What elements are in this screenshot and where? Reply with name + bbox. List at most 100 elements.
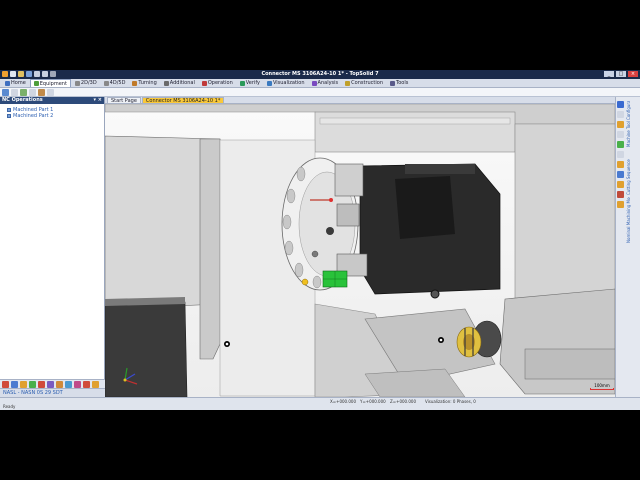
ribbon-tab-verify[interactable]: Verify: [237, 79, 263, 87]
spindle-base: [524, 348, 615, 380]
side-tab-cutting[interactable]: Cutting Sequence: [626, 149, 631, 195]
tool-icon[interactable]: [2, 88, 9, 96]
maximize-button[interactable]: □: [616, 71, 626, 77]
ribbon-tab-home[interactable]: Home: [2, 79, 29, 87]
tool-icon[interactable]: [617, 121, 624, 128]
ribbon-tab-construction[interactable]: Construction: [342, 79, 386, 87]
side-tab-nominal[interactable]: Nominal Machining Model: [626, 197, 631, 243]
tool-icon[interactable]: [617, 161, 624, 168]
tool-icon[interactable]: [617, 191, 624, 198]
rail: [319, 117, 511, 125]
ribbon-tab-tools[interactable]: Tools: [387, 79, 411, 87]
tab-label: Tools: [396, 80, 409, 86]
tool-icon[interactable]: [92, 381, 99, 388]
side-tab-machine[interactable]: Machine Tool Configuration: [626, 101, 631, 147]
tool-holder: [334, 163, 364, 197]
drill-tool: [326, 227, 334, 235]
tool-icon[interactable]: [29, 381, 36, 388]
document-tab[interactable]: Start Page: [107, 97, 141, 104]
panel-pin-icon[interactable]: ▾ ×: [94, 97, 102, 104]
panel-title: NC Operations: [2, 97, 43, 103]
ribbon-toolbar: [0, 88, 640, 97]
panel-header: NC Operations ▾ ×: [0, 97, 104, 104]
tab-label: Construction: [351, 80, 383, 86]
tool-icon[interactable]: [20, 381, 27, 388]
document-tab-bar: Start Page Connector MS 3106A24-10 1*: [105, 97, 615, 104]
coordinates-row: X=+000.000 Y=+000.000 Z=+000.000 Visuali…: [0, 398, 640, 404]
tab-icon: [201, 80, 207, 86]
tool-icon[interactable]: [83, 381, 90, 388]
tab-icon: [5, 80, 10, 86]
ribbon-tab-additional[interactable]: Additional: [161, 79, 198, 87]
tree-item[interactable]: Machined Part 2: [3, 113, 101, 119]
tool-icon[interactable]: [20, 88, 27, 96]
status-bar: X=+000.000 Y=+000.000 Z=+000.000 Visuali…: [0, 397, 640, 410]
window-controls: _ □ ×: [604, 71, 638, 77]
tab-label: 4D/5D: [109, 80, 126, 86]
ribbon-tab-4d-5d[interactable]: 4D/5D: [101, 79, 129, 87]
ribbon-tab-2d-3d[interactable]: 2D/3D: [72, 79, 100, 87]
origin-marker-center: [439, 338, 443, 342]
topsolid-window: Connector MS 3106A24-10 1* - TopSolid 7 …: [0, 70, 640, 410]
tool-icon[interactable]: [38, 381, 45, 388]
3d-viewport[interactable]: [105, 104, 615, 397]
ribbon-tab-turning[interactable]: Turning: [129, 79, 159, 87]
coolant-nozzle: [301, 278, 309, 286]
tool-icon[interactable]: [617, 141, 624, 148]
tool-icon[interactable]: [617, 171, 624, 178]
tool-icon[interactable]: [47, 88, 54, 96]
document-tab[interactable]: Connector MS 3106A24-10 1*: [141, 97, 225, 104]
panel-footer: NASL - NASN 0S 29 SDT: [0, 388, 105, 397]
tab-icon: [311, 80, 317, 86]
tree-item-label: Machined Part 2: [13, 113, 54, 119]
chip-conveyor: [105, 301, 188, 397]
nc-operations-panel: NC Operations ▾ × Machined Part 1 Machine…: [0, 97, 105, 397]
ribbon-tab-analysis[interactable]: Analysis: [309, 79, 342, 87]
tab-label: Home: [11, 80, 26, 86]
tool-icon[interactable]: [617, 111, 624, 118]
tool-icon[interactable]: [65, 381, 72, 388]
tool-icon[interactable]: [11, 381, 18, 388]
tool-icon[interactable]: [29, 88, 36, 96]
operations-tree: Machined Part 1 Machined Part 2: [0, 104, 104, 122]
tool-icon[interactable]: [11, 88, 18, 96]
tool-icon[interactable]: [617, 201, 624, 208]
tool-icon[interactable]: [2, 381, 9, 388]
panel-bottom-toolbar: [0, 379, 105, 388]
tool-icon[interactable]: [617, 131, 624, 138]
x-coordinate: X=+000.000: [330, 399, 356, 404]
ribbon-tab-operation[interactable]: Operation: [199, 79, 236, 87]
tool-icon[interactable]: [74, 381, 81, 388]
tab-icon: [132, 80, 138, 86]
motor-face: [395, 176, 455, 239]
tool-tip: [329, 198, 333, 202]
tool-icon[interactable]: [56, 381, 63, 388]
scale-line: [590, 388, 614, 390]
close-button[interactable]: ×: [628, 71, 638, 77]
tab-label: Analysis: [317, 80, 339, 86]
tool-icon[interactable]: [38, 88, 45, 96]
tool-icon[interactable]: [47, 381, 54, 388]
tab-icon: [33, 81, 39, 86]
tab-icon: [239, 80, 245, 86]
z-coordinate: Z=+000.000: [390, 399, 416, 404]
ribbon-tab-equipment[interactable]: Equipment: [29, 79, 71, 87]
tab-label: Operation: [207, 80, 233, 86]
tool-holder: [336, 203, 360, 227]
tab-icon: [103, 80, 109, 86]
ribbon-tab-visualization[interactable]: Visualization: [264, 79, 308, 87]
tab-icon: [266, 80, 272, 86]
tab-icon: [345, 80, 351, 86]
ready-status: Ready: [3, 404, 16, 409]
tab-label: Additional: [169, 80, 195, 86]
tool-icon[interactable]: [617, 181, 624, 188]
tab-label: Turning: [138, 80, 157, 86]
motor-bolt: [430, 289, 440, 299]
origin-marker-center: [225, 342, 229, 346]
ribbon-tab-bar: Home Equipment 2D/3D 4D/5D Turning Additional…: [0, 79, 640, 88]
tool-icon[interactable]: [617, 151, 624, 158]
part-icon: [7, 114, 11, 118]
minimize-button[interactable]: _: [604, 71, 614, 77]
scale-bar: 100mm: [590, 383, 614, 390]
tool-icon[interactable]: [617, 101, 624, 108]
